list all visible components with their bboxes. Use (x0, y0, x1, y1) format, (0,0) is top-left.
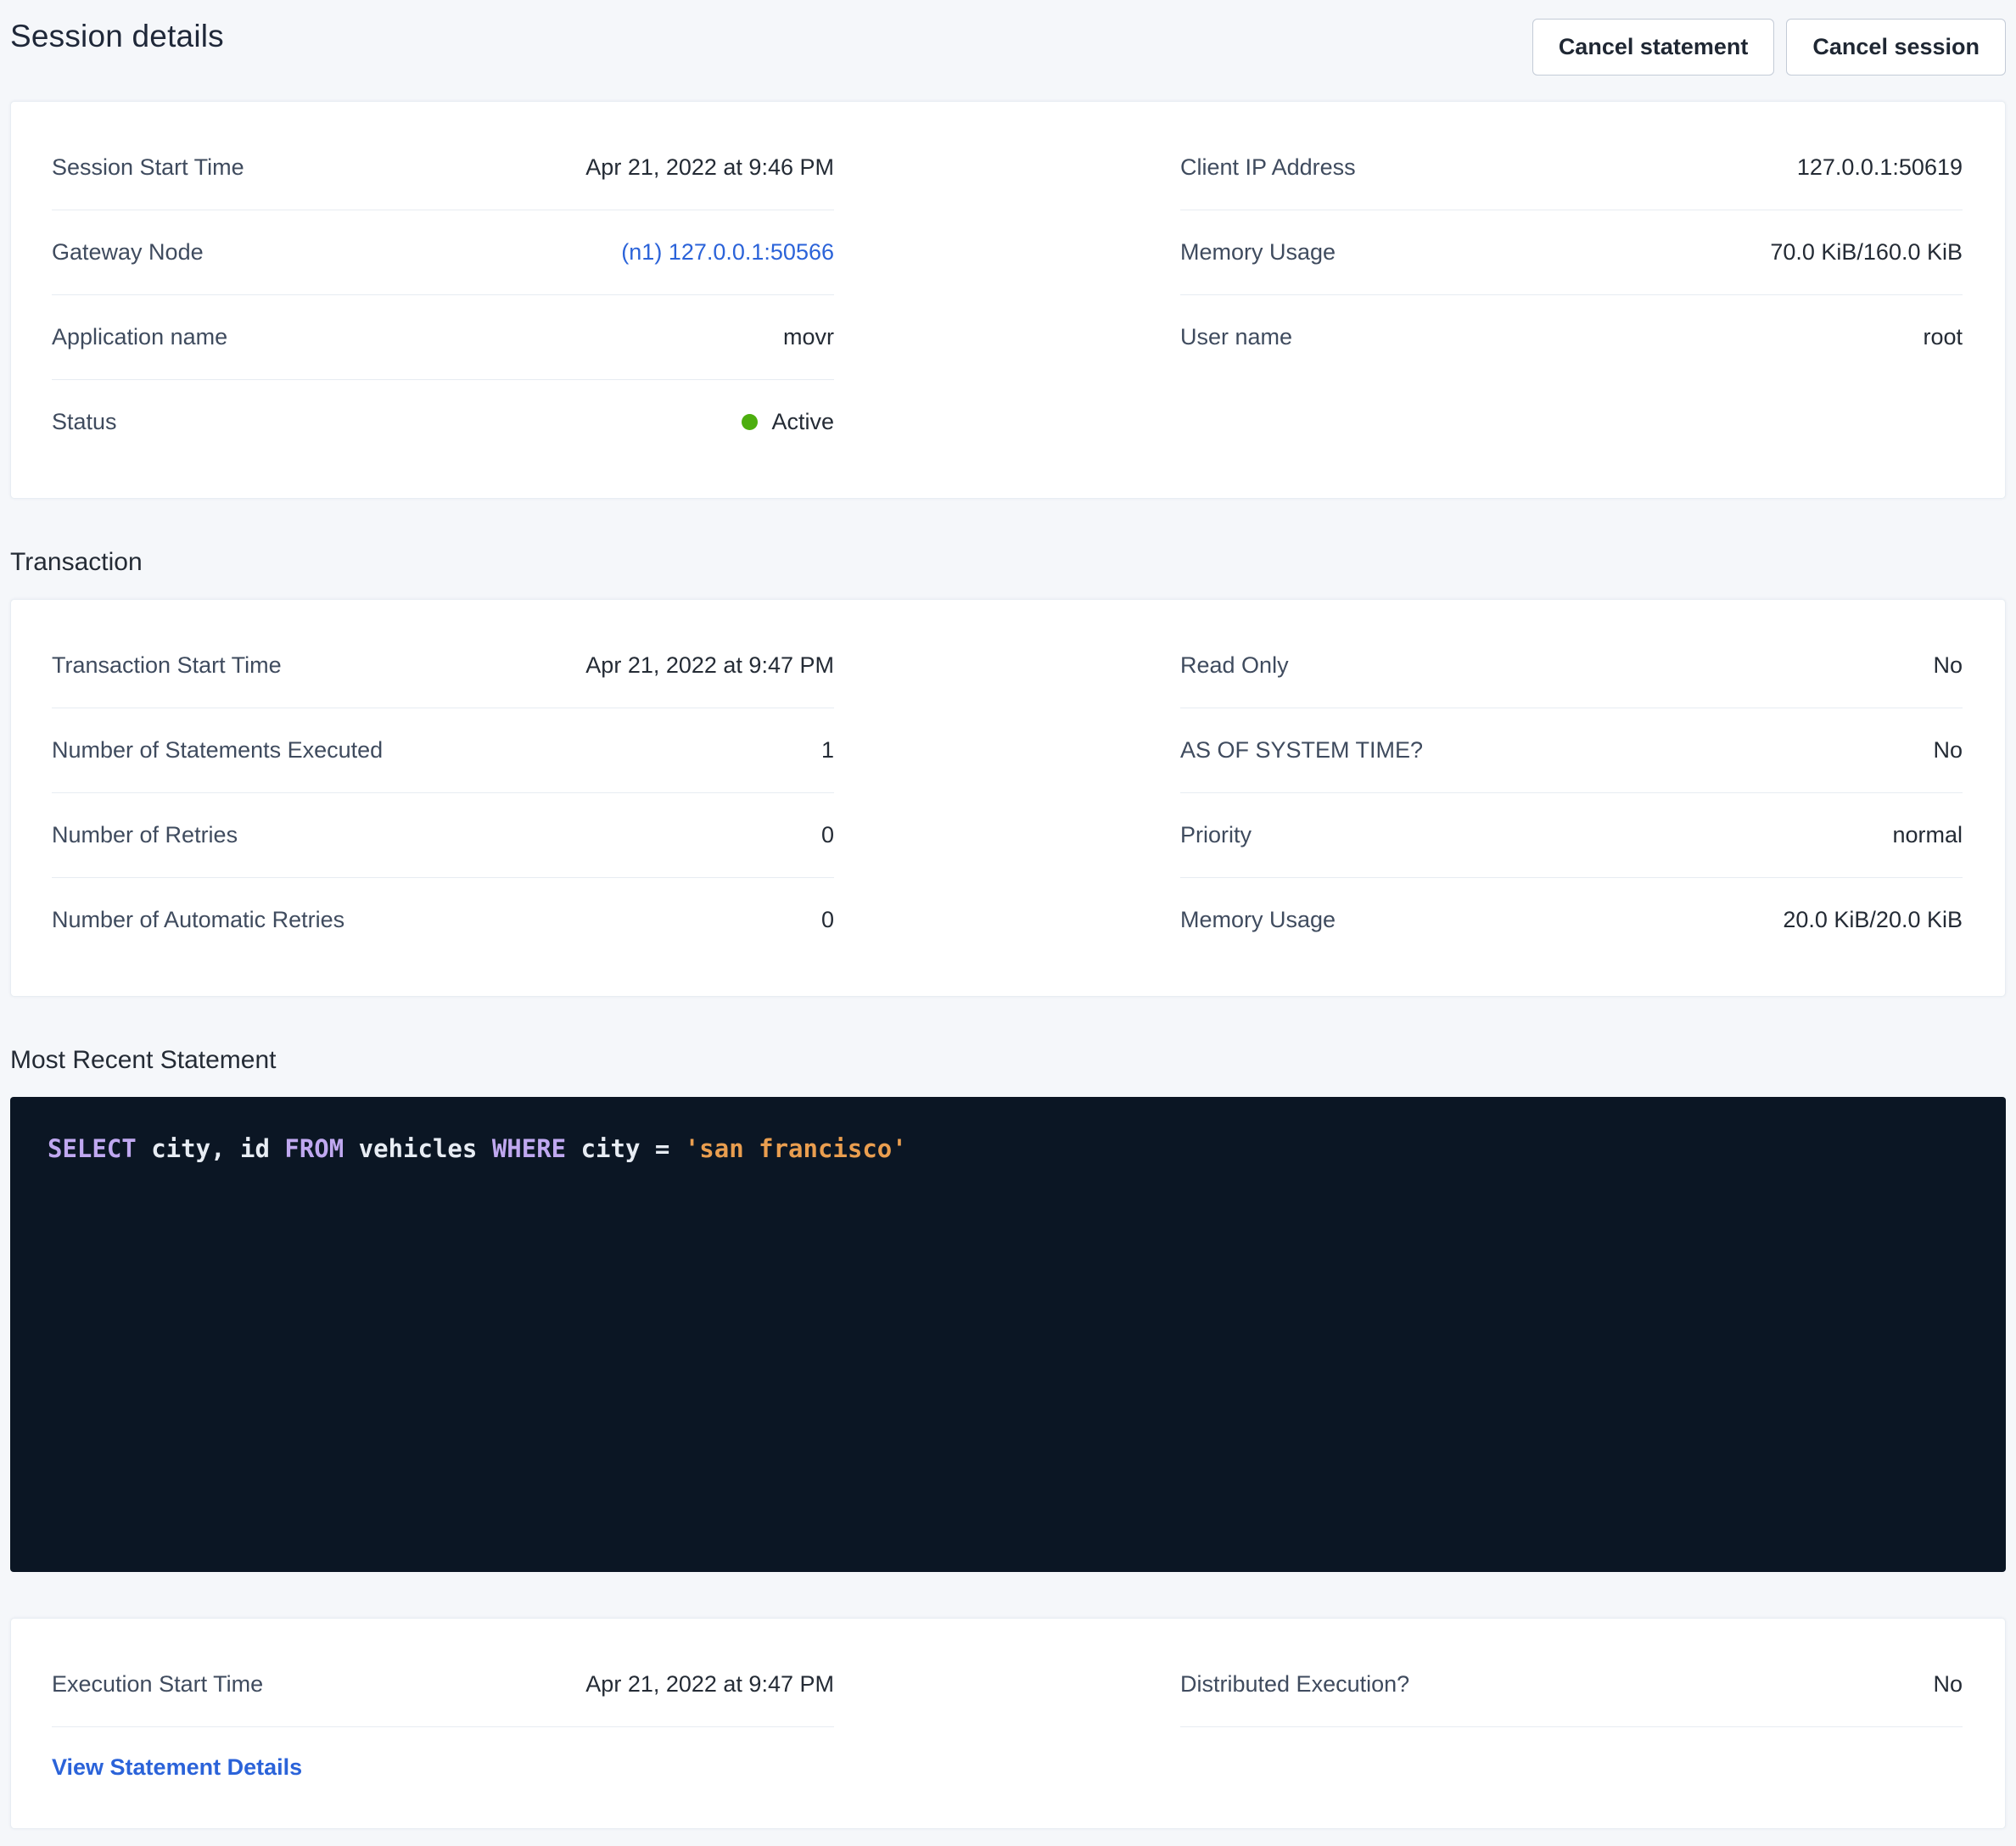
row-value: No (1933, 652, 1963, 679)
statements-executed-row: Number of Statements Executed 1 (52, 708, 834, 793)
row-value: 1 (821, 737, 834, 764)
read-only-row: Read Only No (1180, 624, 1963, 708)
gateway-node-row: Gateway Node (n1) 127.0.0.1:50566 (52, 210, 834, 295)
transaction-start-time-row: Transaction Start Time Apr 21, 2022 at 9… (52, 624, 834, 708)
row-label: Application name (52, 324, 227, 350)
execution-right-column: Distributed Execution? No (1180, 1642, 1963, 1727)
row-value: 0 (821, 907, 834, 933)
row-value: Apr 21, 2022 at 9:47 PM (585, 1671, 834, 1698)
status-text: Active (771, 409, 834, 435)
row-value: 20.0 KiB/20.0 KiB (1783, 907, 1963, 933)
row-label: Transaction Start Time (52, 652, 282, 679)
row-value: 0 (821, 822, 834, 848)
cancel-session-button[interactable]: Cancel session (1786, 19, 2006, 76)
execution-start-time-row: Execution Start Time Apr 21, 2022 at 9:4… (52, 1642, 834, 1727)
sql-keyword: WHERE (492, 1134, 566, 1163)
row-value: root (1923, 324, 1963, 350)
page-title: Session details (10, 19, 224, 54)
row-label: Distributed Execution? (1180, 1671, 1409, 1698)
most-recent-statement-heading: Most Recent Statement (10, 1046, 2006, 1075)
row-value: movr (783, 324, 834, 350)
transaction-card: Transaction Start Time Apr 21, 2022 at 9… (10, 599, 2006, 997)
user-name-row: User name root (1180, 295, 1963, 379)
sql-text: city, id (137, 1134, 285, 1163)
sql-keyword: SELECT (48, 1134, 137, 1163)
session-summary-card: Session Start Time Apr 21, 2022 at 9:46 … (10, 101, 2006, 499)
row-label: Number of Statements Executed (52, 737, 383, 764)
sql-statement: SELECT city, id FROM vehicles WHERE city… (48, 1131, 1968, 1168)
row-value: 127.0.0.1:50619 (1797, 154, 1963, 181)
session-summary-left-column: Session Start Time Apr 21, 2022 at 9:46 … (52, 126, 834, 464)
row-label: Execution Start Time (52, 1671, 263, 1698)
transaction-left-column: Transaction Start Time Apr 21, 2022 at 9… (52, 624, 834, 962)
status-badge: Active (742, 409, 834, 435)
automatic-retries-row: Number of Automatic Retries 0 (52, 878, 834, 962)
memory-usage-row: Memory Usage 70.0 KiB/160.0 KiB (1180, 210, 1963, 295)
row-value: 70.0 KiB/160.0 KiB (1770, 239, 1963, 266)
row-label: User name (1180, 324, 1292, 350)
gateway-node-link[interactable]: (n1) 127.0.0.1:50566 (621, 239, 834, 266)
session-start-time-row: Session Start Time Apr 21, 2022 at 9:46 … (52, 126, 834, 210)
status-active-icon (742, 414, 758, 430)
row-label: Client IP Address (1180, 154, 1356, 181)
session-details-page: Session details Cancel statement Cancel … (0, 0, 2016, 1846)
as-of-system-time-row: AS OF SYSTEM TIME? No (1180, 708, 1963, 793)
priority-row: Priority normal (1180, 793, 1963, 878)
row-label: Gateway Node (52, 239, 204, 266)
client-ip-row: Client IP Address 127.0.0.1:50619 (1180, 126, 1963, 210)
sql-text: city = (566, 1134, 685, 1163)
row-label: Session Start Time (52, 154, 244, 181)
sql-string-literal: 'san francisco' (685, 1134, 907, 1163)
transaction-right-column: Read Only No AS OF SYSTEM TIME? No Prior… (1180, 624, 1963, 962)
row-label: Status (52, 409, 117, 435)
header-actions: Cancel statement Cancel session (1532, 19, 2006, 76)
row-label: Priority (1180, 822, 1252, 848)
row-label: Read Only (1180, 652, 1289, 679)
row-label: Memory Usage (1180, 907, 1336, 933)
row-label: AS OF SYSTEM TIME? (1180, 737, 1423, 764)
transaction-memory-usage-row: Memory Usage 20.0 KiB/20.0 KiB (1180, 878, 1963, 962)
row-label: Number of Automatic Retries (52, 907, 344, 933)
row-value: No (1933, 1671, 1963, 1698)
row-value: Apr 21, 2022 at 9:46 PM (585, 154, 834, 181)
session-summary-right-column: Client IP Address 127.0.0.1:50619 Memory… (1180, 126, 1963, 379)
row-value: normal (1892, 822, 1963, 848)
execution-card: Execution Start Time Apr 21, 2022 at 9:4… (10, 1618, 2006, 1829)
transaction-heading: Transaction (10, 548, 2006, 577)
status-row: Status Active (52, 380, 834, 464)
sql-keyword: FROM (284, 1134, 344, 1163)
number-of-retries-row: Number of Retries 0 (52, 793, 834, 878)
cancel-statement-button[interactable]: Cancel statement (1532, 19, 1775, 76)
sql-text: vehicles (344, 1134, 492, 1163)
page-header: Session details Cancel statement Cancel … (10, 0, 2006, 101)
distributed-execution-row: Distributed Execution? No (1180, 1642, 1963, 1727)
execution-left-column: Execution Start Time Apr 21, 2022 at 9:4… (52, 1642, 834, 1781)
row-label: Memory Usage (1180, 239, 1336, 266)
view-statement-details-link[interactable]: View Statement Details (52, 1754, 302, 1781)
application-name-row: Application name movr (52, 295, 834, 380)
row-label: Number of Retries (52, 822, 238, 848)
row-value: Apr 21, 2022 at 9:47 PM (585, 652, 834, 679)
sql-statement-box: SELECT city, id FROM vehicles WHERE city… (10, 1097, 2006, 1572)
row-value: No (1933, 737, 1963, 764)
